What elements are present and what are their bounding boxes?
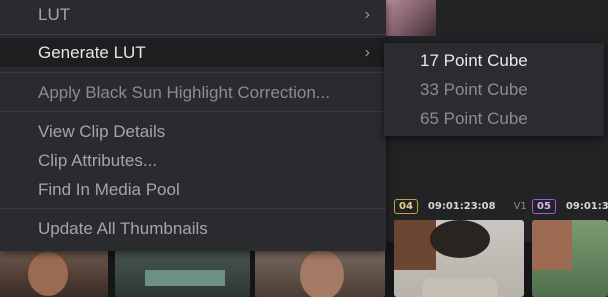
menu-divider bbox=[0, 72, 386, 73]
clip-thumbnail[interactable] bbox=[394, 220, 524, 297]
clip-thumbnail[interactable] bbox=[115, 248, 250, 297]
submenu-item-label: 33 Point Cube bbox=[420, 79, 528, 99]
clip-thumbnail[interactable] bbox=[386, 0, 436, 36]
menu-item-label: Find In Media Pool bbox=[38, 179, 180, 199]
menu-item-view-clip-details[interactable]: View Clip Details bbox=[0, 117, 386, 146]
clip-info: 04 09:01:23:08 V1 bbox=[394, 196, 527, 216]
menu-item-label: Clip Attributes... bbox=[38, 150, 158, 170]
clip-thumbnail[interactable] bbox=[532, 220, 608, 297]
menu-divider bbox=[0, 34, 386, 35]
chevron-right-icon: › bbox=[364, 44, 370, 61]
menu-divider bbox=[0, 208, 386, 209]
chevron-right-icon: › bbox=[364, 6, 370, 23]
submenu-item-65-point-cube[interactable]: 65 Point Cube bbox=[384, 104, 604, 133]
submenu-item-label: 65 Point Cube bbox=[420, 108, 528, 128]
submenu-item-33-point-cube[interactable]: 33 Point Cube bbox=[384, 75, 604, 104]
submenu-item-label: 17 Point Cube bbox=[420, 50, 528, 70]
menu-item-generate-lut[interactable]: Generate LUT › bbox=[0, 38, 386, 67]
clip-info: 05 09:01:3 bbox=[532, 196, 608, 216]
clip-number-badge: 04 bbox=[394, 198, 418, 214]
menu-item-label: View Clip Details bbox=[38, 121, 166, 141]
clip-timecode: 09:01:23:08 bbox=[427, 200, 496, 212]
clip-track: V1 bbox=[513, 200, 527, 212]
menu-item-update-all-thumbnails[interactable]: Update All Thumbnails bbox=[0, 214, 386, 243]
context-menu: LUT › Generate LUT › Apply Black Sun Hig… bbox=[0, 0, 386, 251]
menu-item-label: Update All Thumbnails bbox=[38, 218, 208, 238]
menu-item-lut[interactable]: LUT › bbox=[0, 0, 386, 29]
clip-timecode: 09:01:3 bbox=[565, 200, 608, 212]
menu-item-clip-attributes[interactable]: Clip Attributes... bbox=[0, 146, 386, 175]
menu-item-label: Generate LUT bbox=[38, 42, 146, 62]
clip-thumbnail[interactable] bbox=[255, 248, 385, 297]
generate-lut-submenu: 17 Point Cube 33 Point Cube 65 Point Cub… bbox=[384, 43, 604, 136]
clip-number-badge: 05 bbox=[532, 198, 556, 214]
menu-item-apply-black-sun[interactable]: Apply Black Sun Highlight Correction... bbox=[0, 78, 386, 107]
menu-item-label: LUT bbox=[38, 4, 71, 24]
submenu-item-17-point-cube[interactable]: 17 Point Cube bbox=[384, 46, 604, 75]
menu-divider bbox=[0, 111, 386, 112]
clip-thumbnail[interactable] bbox=[0, 248, 108, 297]
menu-item-label: Apply Black Sun Highlight Correction... bbox=[38, 82, 330, 102]
menu-item-find-in-media-pool[interactable]: Find In Media Pool bbox=[0, 175, 386, 204]
